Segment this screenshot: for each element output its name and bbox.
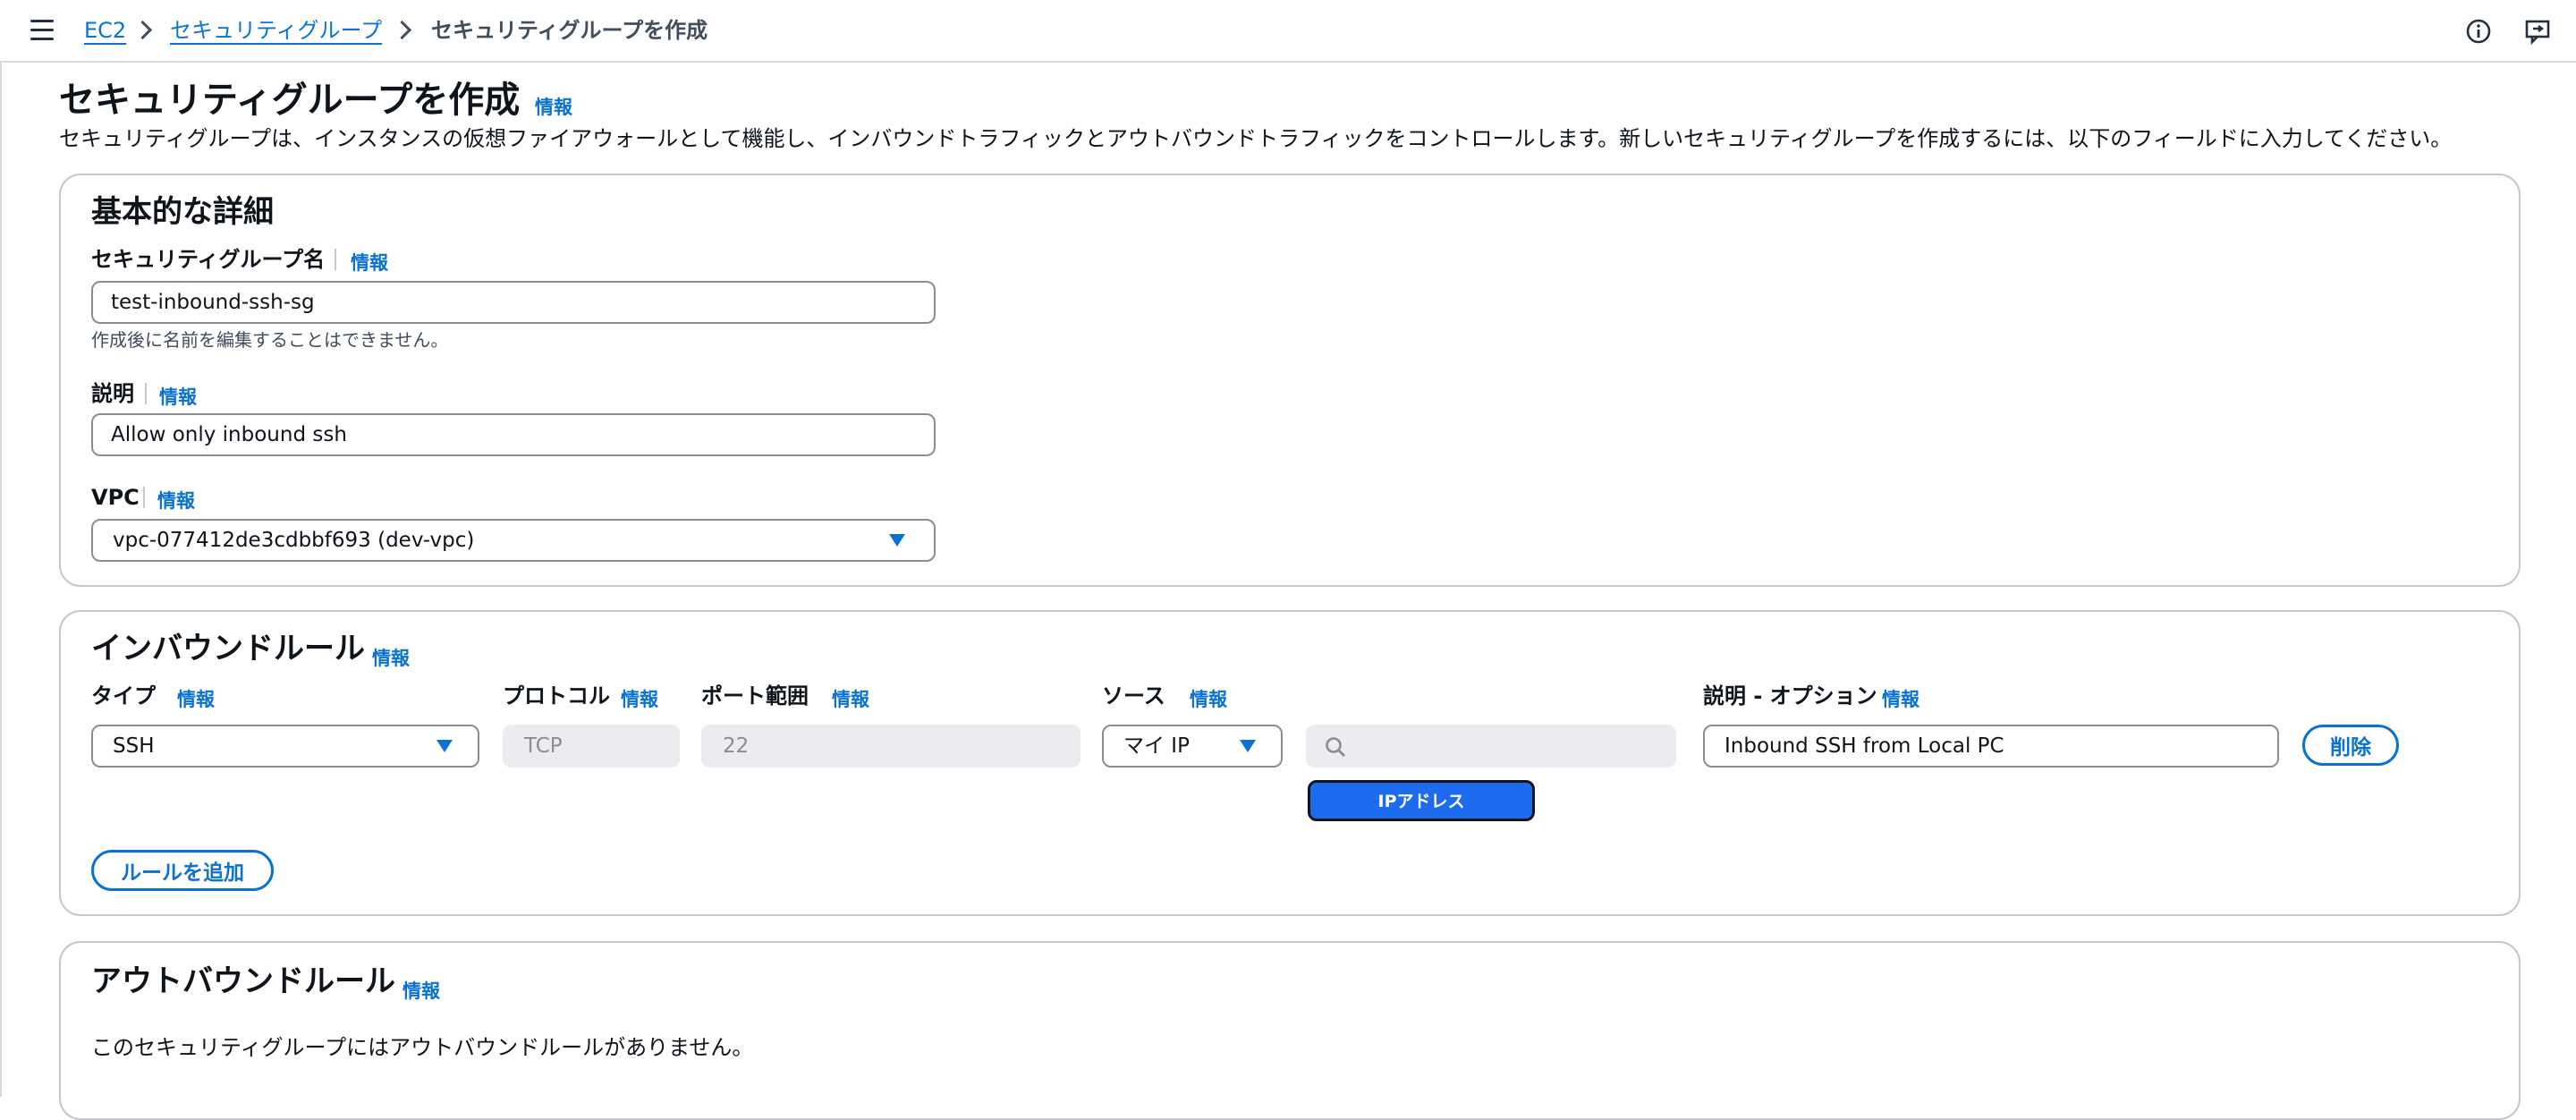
port-info-link[interactable]: 情報 xyxy=(832,685,869,712)
type-select-value: SSH xyxy=(113,734,155,758)
port-range-field: 22 xyxy=(701,725,1080,768)
chevron-right-icon xyxy=(132,20,153,40)
breadcrumb-current: セキュリティグループを作成 xyxy=(431,18,708,43)
basic-details-title: 基本的な詳細 xyxy=(91,194,274,230)
menu-icon[interactable] xyxy=(30,20,54,41)
delete-rule-button[interactable]: 削除 xyxy=(2302,725,2399,766)
breadcrumb-ec2[interactable]: EC2 xyxy=(84,16,126,45)
type-column-header: タイプ xyxy=(91,683,156,708)
top-bar: EC2 セキュリティグループ セキュリティグループを作成 xyxy=(0,0,2576,63)
rule-description-input[interactable]: Inbound SSH from Local PC xyxy=(1703,725,2279,768)
sg-name-help: 作成後に名前を編集することはできません。 xyxy=(91,329,449,351)
description-label: 説明 xyxy=(91,381,134,406)
inbound-rules-panel: インバウンドルール 情報 タイプ 情報 プロトコル 情報 ポート範囲 情報 ソー… xyxy=(59,610,2521,916)
protocol-value: TCP xyxy=(524,734,563,758)
vpc-select-value: vpc-077412de3cdbbf693 (dev-vpc) xyxy=(113,529,475,552)
source-info-link[interactable]: 情報 xyxy=(1190,685,1227,712)
outbound-rules-panel: アウトバウンドルール 情報 このセキュリティグループにはアウトバウンドルールがあ… xyxy=(59,941,2521,1120)
basic-details-panel: 基本的な詳細 セキュリティグループ名 情報 作成後に名前を編集することはできませ… xyxy=(59,174,2521,587)
breadcrumb-security-groups[interactable]: セキュリティグループ xyxy=(170,16,382,45)
source-column-header: ソース xyxy=(1102,683,1165,708)
outbound-info-link[interactable]: 情報 xyxy=(402,977,440,1004)
sg-name-input[interactable] xyxy=(91,281,936,324)
label-separator xyxy=(335,249,336,270)
port-range-value: 22 xyxy=(723,734,750,758)
description-input[interactable] xyxy=(91,413,936,456)
port-column-header: ポート範囲 xyxy=(701,683,809,708)
rule-description-value: Inbound SSH from Local PC xyxy=(1724,734,2004,758)
left-rule xyxy=(0,63,2,1097)
caret-down-icon xyxy=(1240,740,1256,752)
vpc-select[interactable]: vpc-077412de3cdbbf693 (dev-vpc) xyxy=(91,519,936,562)
search-icon xyxy=(1326,737,1345,757)
sg-name-info-link[interactable]: 情報 xyxy=(351,249,388,276)
inbound-info-link[interactable]: 情報 xyxy=(372,644,410,671)
source-select-value: マイ IP xyxy=(1123,734,1190,758)
page-title: セキュリティグループを作成 xyxy=(59,80,521,121)
feedback-icon[interactable] xyxy=(2524,18,2551,45)
protocol-field: TCP xyxy=(503,725,680,768)
description-info-link[interactable]: 情報 xyxy=(159,383,197,410)
vpc-label: VPC xyxy=(91,485,140,510)
chevron-right-icon xyxy=(392,20,412,40)
vpc-info-link[interactable]: 情報 xyxy=(157,487,195,513)
type-select[interactable]: SSH xyxy=(91,725,479,768)
page-description: セキュリティグループは、インスタンスの仮想ファイアウォールとして機能し、インバウ… xyxy=(59,126,2453,151)
page-info-link[interactable]: 情報 xyxy=(535,93,572,120)
protocol-column-header: プロトコル xyxy=(503,683,610,708)
label-separator xyxy=(145,383,147,404)
description-column-header: 説明 - オプション xyxy=(1703,683,1877,708)
caret-down-icon xyxy=(889,534,905,547)
ip-address-button[interactable]: IPアドレス xyxy=(1308,780,1535,821)
type-info-link[interactable]: 情報 xyxy=(177,685,215,712)
description-info-link[interactable]: 情報 xyxy=(1882,685,1919,712)
info-icon[interactable] xyxy=(2465,18,2492,45)
add-rule-button[interactable]: ルールを追加 xyxy=(91,850,274,891)
caret-down-icon xyxy=(436,740,453,752)
source-select[interactable]: マイ IP xyxy=(1102,725,1283,768)
outbound-empty-message: このセキュリティグループにはアウトバウンドルールがありません。 xyxy=(91,1035,754,1060)
outbound-rules-title: アウトバウンドルール xyxy=(91,963,395,999)
label-separator xyxy=(143,487,145,508)
protocol-info-link[interactable]: 情報 xyxy=(621,685,658,712)
inbound-rules-title: インバウンドルール xyxy=(91,631,365,666)
source-search-field[interactable] xyxy=(1306,725,1676,768)
sg-name-label: セキュリティグループ名 xyxy=(91,247,326,272)
